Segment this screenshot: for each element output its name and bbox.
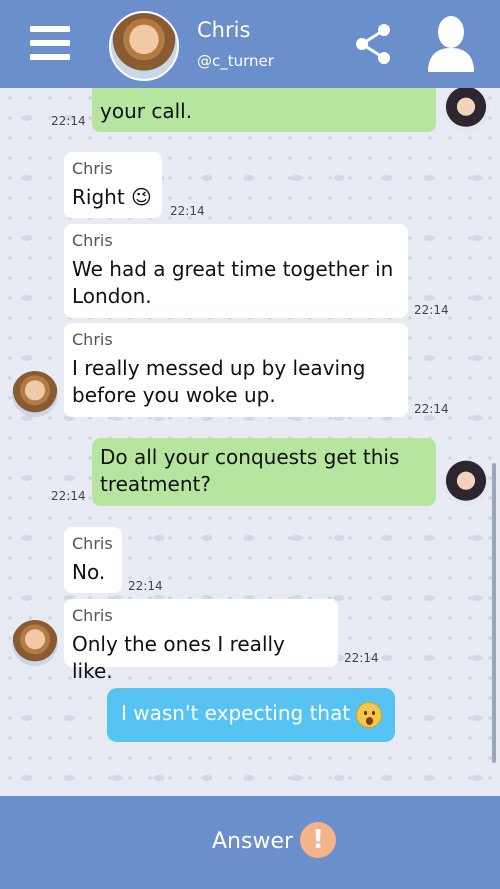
contact-handle: @c_turner <box>197 52 274 70</box>
profile-icon[interactable] <box>426 14 476 74</box>
message-bubble-incoming: Chris Right 😉 <box>64 152 162 218</box>
answer-button[interactable]: Answer ! <box>200 816 350 866</box>
message-time: 22:14 <box>414 402 449 416</box>
message-bubble-incoming: Chris We had a great time together in Lo… <box>64 224 408 318</box>
alert-icon: ! <box>300 822 336 858</box>
player-avatar <box>443 460 489 506</box>
message-sender: Chris <box>72 231 113 250</box>
contact-name: Chris <box>197 18 251 42</box>
message-time: 22:14 <box>128 579 163 593</box>
message-sender: Chris <box>72 606 113 625</box>
message-bubble-incoming: Chris No. <box>64 527 122 593</box>
chat-header: Chris @c_turner <box>0 0 500 88</box>
answer-label: Answer <box>212 829 294 854</box>
message-time: 22:14 <box>51 489 86 503</box>
message-time: 22:14 <box>170 204 205 218</box>
reply-choice-text: I wasn't expecting that <box>121 701 351 725</box>
message-time: 22:14 <box>344 651 379 665</box>
message-text: your call. <box>100 99 193 123</box>
message-text: No. <box>72 560 106 584</box>
contact-avatar[interactable] <box>109 11 179 81</box>
message-sender: Chris <box>72 159 113 178</box>
message-sender: Chris <box>72 534 113 553</box>
hamburger-menu-icon[interactable] <box>30 26 70 60</box>
message-text: We had a great time together in London. <box>72 257 394 308</box>
reply-choice-button[interactable]: I wasn't expecting that <box>107 688 395 742</box>
message-text: Only the ones I really like. <box>72 632 285 683</box>
message-bubble-incoming: Chris I really messed up by leaving befo… <box>64 323 408 417</box>
player-avatar <box>443 86 489 132</box>
message-time: 22:14 <box>414 303 449 317</box>
contact-avatar-small <box>12 620 58 666</box>
chat-footer: Answer ! <box>0 796 500 889</box>
message-text: Right 😉 <box>72 185 152 209</box>
share-icon[interactable] <box>352 22 394 66</box>
chat-scrollbar[interactable] <box>492 463 496 763</box>
message-text: Do all your conquests get this treatment… <box>100 445 400 496</box>
message-sender: Chris <box>72 330 113 349</box>
contact-avatar-small <box>12 371 58 417</box>
message-bubble-incoming: Chris Only the ones I really like. <box>64 599 338 683</box>
message-time: 22:14 <box>51 114 86 128</box>
message-text: I really messed up by leaving before you… <box>72 356 366 407</box>
message-bubble-outgoing: Do all your conquests get this treatment… <box>92 438 436 506</box>
surprised-emoji-icon <box>356 702 382 728</box>
